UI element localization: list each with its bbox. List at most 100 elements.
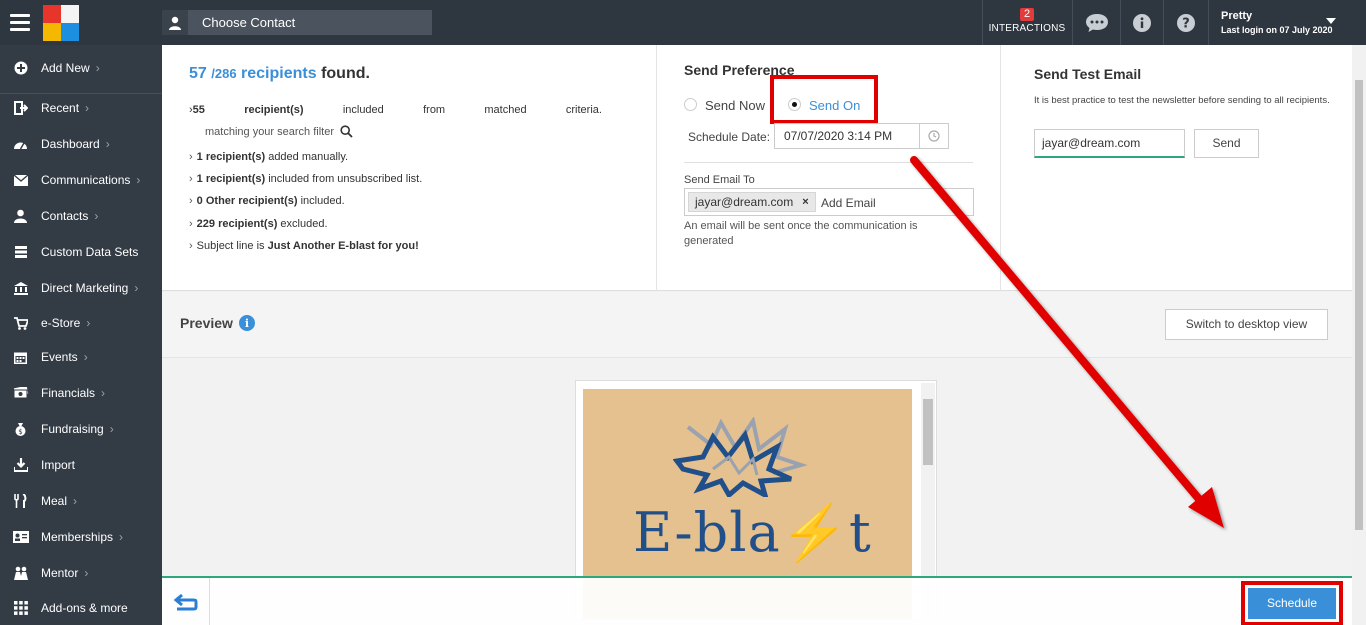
- send-on-label[interactable]: Send On: [809, 98, 860, 113]
- sidebar-item-add-new[interactable]: Add New ›: [0, 53, 162, 83]
- top-bar: Choose Contact 2 INTERACTIONS ? Pretty L…: [0, 0, 1366, 45]
- other-recipients-line: › 0 Other recipient(s) included.: [189, 195, 345, 207]
- explosion-logo-icon: [673, 417, 808, 497]
- preview-info-icon[interactable]: i: [238, 315, 255, 331]
- schedule-button[interactable]: Schedule: [1248, 588, 1336, 619]
- sidebar-item-label: Events: [41, 350, 78, 364]
- chevron-right-icon: ›: [94, 209, 99, 223]
- chevron-right-icon: ›: [109, 422, 114, 436]
- send-email-to-field[interactable]: jayar@dream.com × Add Email: [684, 188, 974, 216]
- interactions-button[interactable]: 2 INTERACTIONS: [983, 0, 1071, 45]
- sidebar-item-add-ons-more[interactable]: Add-ons & more: [0, 593, 162, 623]
- sidebar-item-events[interactable]: Events ›: [0, 342, 162, 372]
- user-name: Pretty: [1221, 10, 1253, 22]
- sidebar-item-label: Meal: [41, 494, 68, 508]
- bottom-action-bar: Schedule: [162, 576, 1352, 625]
- last-login: Last login on 07 July 2020: [1221, 25, 1333, 35]
- switch-to-desktop-button[interactable]: Switch to desktop view: [1165, 309, 1328, 340]
- bank-icon: [0, 281, 41, 295]
- choose-contact-label: Choose Contact: [202, 15, 296, 30]
- svg-text:$: $: [18, 428, 22, 436]
- schedule-date-input[interactable]: 07/07/2020 3:14 PM: [774, 123, 920, 149]
- chevron-right-icon: ›: [119, 530, 124, 544]
- remove-chip-icon[interactable]: ×: [802, 193, 808, 211]
- schedule-date-label: Schedule Date:: [688, 130, 771, 144]
- sidebar-item-label: Communications: [41, 173, 131, 187]
- chevron-right-icon: ›: [73, 494, 78, 508]
- send-email-note: An email will be sent once the communica…: [684, 220, 918, 247]
- sidebar-item-contacts[interactable]: Contacts ›: [0, 201, 162, 231]
- test-send-button[interactable]: Send: [1194, 129, 1259, 158]
- cutlery-icon: [0, 494, 41, 508]
- send-email-to-label: Send Email To: [684, 174, 755, 186]
- chat-icon[interactable]: [1073, 0, 1120, 45]
- sidebar-item-import[interactable]: Import: [0, 450, 162, 480]
- download-icon: [0, 458, 41, 472]
- user-menu[interactable]: Pretty Last login on 07 July 2020: [1221, 10, 1333, 35]
- matched-criteria-line: ›55 recipient(s) included from matched c…: [189, 104, 602, 116]
- page-scrollbar[interactable]: [1352, 45, 1366, 625]
- chevron-right-icon: ›: [95, 61, 100, 75]
- sidebar-item-label: Add-ons & more: [41, 601, 128, 615]
- sidebar-item-mentor[interactable]: Mentor ›: [0, 558, 162, 588]
- chevron-right-icon: ›: [101, 386, 106, 400]
- search-filter-line: matching your search filter: [205, 125, 353, 138]
- excluded-recipients-line: › 229 recipient(s) excluded.: [189, 218, 328, 230]
- email-chip: jayar@dream.com ×: [688, 192, 816, 212]
- sidebar-item-recent[interactable]: Recent ›: [0, 93, 162, 123]
- plus-circle-icon: [0, 61, 41, 75]
- sidebar-item-fundraising[interactable]: $ Fundraising ›: [0, 414, 162, 444]
- sidebar-item-label: Fundraising: [41, 422, 104, 436]
- preview-header: Preview i Switch to desktop view: [162, 292, 1352, 358]
- info-icon[interactable]: [1121, 0, 1163, 45]
- id-card-icon: [0, 531, 41, 543]
- eblast-brand-text: E-bla⚡t: [633, 501, 872, 564]
- add-email-input[interactable]: Add Email: [821, 196, 876, 210]
- sidebar-item-communications[interactable]: Communications ›: [0, 165, 162, 195]
- choose-contact-field[interactable]: Choose Contact: [162, 10, 432, 35]
- send-on-radio[interactable]: [788, 98, 801, 111]
- layers-icon: [0, 245, 41, 259]
- preview-area: E-bla⚡t: [162, 359, 1352, 620]
- send-now-radio[interactable]: [684, 98, 697, 111]
- user-icon: [162, 10, 188, 35]
- recipients-found-title: 57 /286 recipients found.: [189, 65, 370, 82]
- send-test-email-title: Send Test Email: [1034, 66, 1142, 82]
- back-button[interactable]: [162, 578, 210, 625]
- test-email-input[interactable]: jayar@dream.com: [1034, 129, 1185, 158]
- preview-title: Preview i: [180, 315, 255, 331]
- sidebar-item-e-store[interactable]: e-Store ›: [0, 308, 162, 338]
- sidebar-item-direct-marketing[interactable]: Direct Marketing ›: [0, 273, 162, 303]
- back-arrow-icon: [173, 593, 197, 610]
- sidebar-item-label: Recent: [41, 101, 80, 115]
- caret-down-icon[interactable]: [1326, 18, 1336, 24]
- chevron-right-icon: ›: [83, 350, 88, 364]
- sidebar-item-custom-data-sets[interactable]: Custom Data Sets: [0, 237, 162, 267]
- svg-text:?: ?: [1182, 16, 1190, 31]
- sidebar-item-label: Mentor: [41, 566, 79, 580]
- send-now-label[interactable]: Send Now: [705, 98, 765, 113]
- chevron-right-icon: ›: [134, 281, 139, 295]
- sidebar-item-financials[interactable]: Financials ›: [0, 378, 162, 408]
- cart-icon: [0, 316, 41, 330]
- app-logo[interactable]: [43, 5, 79, 41]
- chevron-right-icon: ›: [85, 101, 90, 115]
- money-icon: [0, 387, 41, 399]
- clock-icon[interactable]: [920, 123, 949, 149]
- hamburger-menu-icon[interactable]: [10, 14, 30, 31]
- sidebar-item-label: Memberships: [41, 530, 114, 544]
- unsubscribed-recipients-line: › 1 recipient(s) included from unsubscrib…: [189, 173, 423, 185]
- sidebar-item-dashboard[interactable]: Dashboard ›: [0, 129, 162, 159]
- search-icon[interactable]: [340, 125, 353, 138]
- sidebar-item-meal[interactable]: Meal ›: [0, 486, 162, 516]
- summary-panel: 57 /286 recipients found. ›55 recipient(…: [162, 45, 1352, 291]
- sign-out-icon: [0, 101, 41, 115]
- manual-recipients-line: › 1 recipient(s) added manually.: [189, 151, 349, 163]
- people-icon: [0, 566, 41, 580]
- help-icon[interactable]: ?: [1164, 0, 1208, 45]
- dashboard-icon: [0, 138, 41, 150]
- sidebar-item-memberships[interactable]: Memberships ›: [0, 522, 162, 552]
- chevron-right-icon: ›: [84, 566, 89, 580]
- interactions-badge: 2: [1019, 8, 1035, 21]
- sidebar-item-label: Add New: [41, 61, 90, 75]
